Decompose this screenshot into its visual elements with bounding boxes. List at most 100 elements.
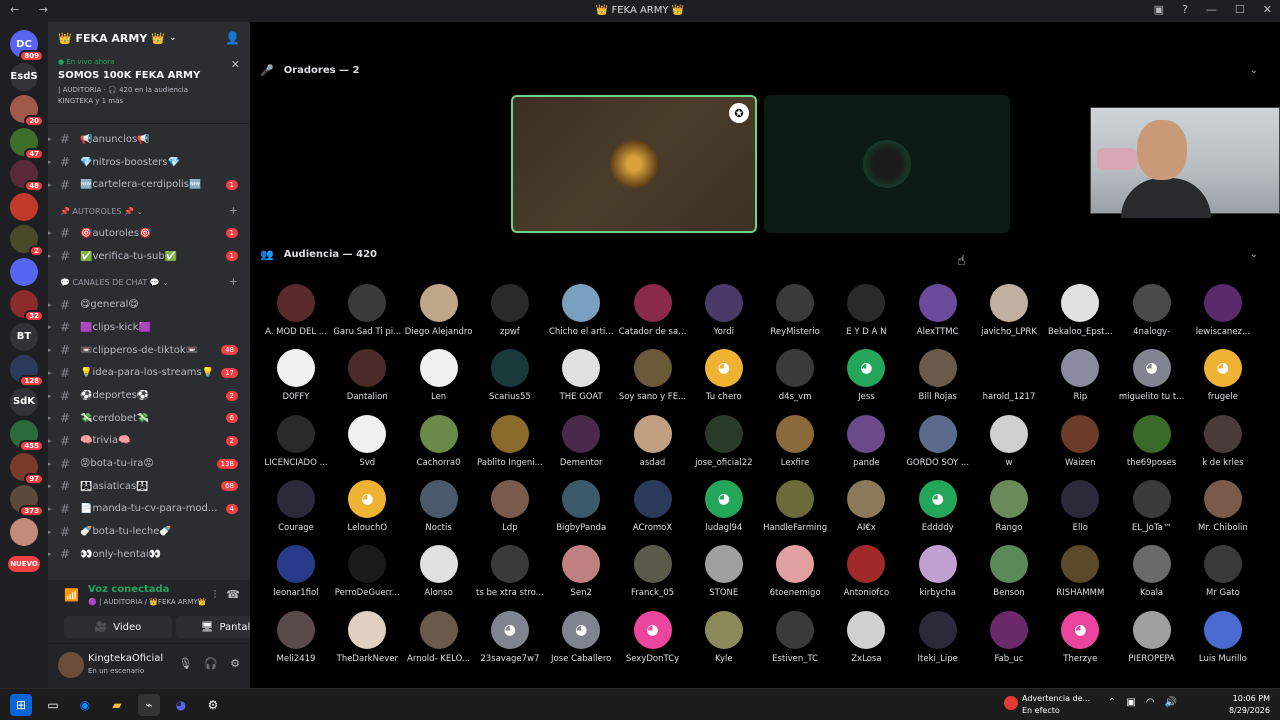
tray-app-icon[interactable]: ▣ bbox=[1126, 697, 1135, 708]
audience-member[interactable]: ◕ miguelito tu t... bbox=[1116, 349, 1188, 402]
speaker-tile[interactable]: ✪ bbox=[511, 95, 757, 233]
volume-icon[interactable]: 🔊 bbox=[1165, 697, 1177, 708]
audience-member[interactable]: Estiven_TC bbox=[759, 610, 831, 664]
audience-member[interactable]: w bbox=[973, 414, 1045, 468]
audience-member[interactable]: kirbycha bbox=[902, 545, 974, 598]
audience-member[interactable]: ◕ Eddddy bbox=[902, 479, 974, 533]
audience-member[interactable]: 6toenemigo bbox=[759, 545, 831, 598]
audience-member[interactable]: Noctis bbox=[403, 479, 475, 533]
audience-member[interactable]: Yordi bbox=[688, 284, 760, 337]
server-icon[interactable]: SdK bbox=[10, 387, 38, 416]
expand-arrow-icon[interactable]: ▸ bbox=[48, 392, 52, 400]
audience-member[interactable]: Catador de sa... bbox=[617, 284, 689, 337]
expand-arrow-icon[interactable]: ▸ bbox=[48, 482, 52, 490]
chevron-down-icon[interactable]: ⌄ bbox=[1250, 65, 1258, 76]
channel-item[interactable]: ▸ # 💎nitros-boosters💎 bbox=[48, 151, 250, 174]
audience-member[interactable]: Koala bbox=[1116, 545, 1188, 598]
chevron-up-icon[interactable]: ⌃ bbox=[1108, 697, 1116, 708]
expand-arrow-icon[interactable]: ▸ bbox=[48, 158, 52, 166]
audience-member[interactable]: pande bbox=[830, 414, 902, 468]
expand-arrow-icon[interactable]: ▸ bbox=[48, 437, 52, 445]
audience-member[interactable]: Mr. Chibolin bbox=[1187, 479, 1259, 533]
channel-item[interactable]: ▸ # 👀only-hentai👀 bbox=[48, 543, 250, 566]
audience-member[interactable]: ReyMisterio bbox=[759, 284, 831, 337]
server-icon[interactable]: 32 bbox=[10, 290, 44, 322]
audience-member[interactable]: Arnold- KELO... bbox=[403, 610, 475, 664]
audience-member[interactable]: Cachorra0 bbox=[403, 414, 475, 468]
audience-member[interactable]: Len bbox=[403, 349, 475, 402]
audience-member[interactable]: Dementor bbox=[545, 414, 617, 468]
headphones-icon[interactable]: 🎧 bbox=[204, 657, 218, 670]
server-icon[interactable] bbox=[10, 192, 38, 221]
audience-member[interactable]: Antoniofco bbox=[830, 545, 902, 598]
audience-member[interactable]: leonar1fiol bbox=[260, 545, 332, 598]
expand-arrow-icon[interactable]: ▸ bbox=[48, 135, 52, 143]
noise-icon[interactable]: ⫶ bbox=[214, 588, 217, 602]
speaker-tile[interactable] bbox=[764, 95, 1010, 233]
audience-member[interactable]: Waizen bbox=[1044, 414, 1116, 468]
audience-member[interactable]: Dantalion bbox=[331, 349, 403, 402]
channel-item[interactable]: ▸ # 🟪clips-kick🟪 bbox=[48, 316, 250, 339]
audience-member[interactable]: LICENCIADO ... bbox=[260, 414, 332, 468]
expand-arrow-icon[interactable]: ▸ bbox=[48, 252, 52, 260]
channel-item[interactable]: ▸ # 📄manda-tu-cv-para-mod... 4 bbox=[48, 498, 250, 521]
channel-item[interactable]: ▸ # 🧠trivia🧠 2 bbox=[48, 430, 250, 453]
add-channel-icon[interactable]: + bbox=[229, 204, 238, 217]
voice-status[interactable]: Voz conectada bbox=[88, 584, 169, 595]
audience-member[interactable]: Courage bbox=[260, 479, 332, 533]
avatar[interactable] bbox=[58, 652, 84, 678]
audience-member[interactable]: Chicho el arti... bbox=[545, 284, 617, 337]
audience-member[interactable]: the69poses bbox=[1116, 414, 1188, 468]
server-icon[interactable]: 128 bbox=[10, 355, 44, 387]
audience-member[interactable]: E Y D A N bbox=[830, 284, 902, 337]
channel-item[interactable]: ▸ # 👩‍👩‍👧asiaticas👩‍👩‍👧 68 bbox=[48, 475, 250, 498]
audience-member[interactable]: Rango bbox=[973, 479, 1045, 533]
channel-item[interactable]: ▸ # ✅verifica-tu-sub✅ 1 bbox=[48, 245, 250, 268]
audience-member[interactable]: RISHAMMM bbox=[1044, 545, 1116, 598]
add-member-icon[interactable]: 👤 bbox=[225, 31, 240, 45]
guild-header[interactable]: 👑 FEKA ARMY 👑 ⌄ 👤 bbox=[48, 22, 250, 54]
audience-member[interactable]: asdad bbox=[617, 414, 689, 468]
discord-taskbar-icon[interactable]: ◕ bbox=[170, 694, 192, 716]
disconnect-icon[interactable]: ☎ bbox=[226, 588, 240, 602]
audience-member[interactable]: THE GOAT bbox=[545, 349, 617, 402]
audience-member[interactable]: Franck_05 bbox=[617, 545, 689, 598]
audience-member[interactable]: ◕ Tu chero bbox=[688, 349, 760, 402]
audience-member[interactable]: Bill Rojas bbox=[902, 349, 974, 402]
audience-member[interactable]: AlexTTMC bbox=[902, 284, 974, 337]
audience-member[interactable]: A. MOD DEL ... bbox=[260, 284, 332, 337]
server-icon[interactable]: EsdS bbox=[10, 62, 38, 91]
audience-member[interactable]: EL_JoTa™ bbox=[1116, 479, 1188, 533]
expand-arrow-icon[interactable]: ▸ bbox=[48, 505, 52, 513]
channel-item[interactable]: ▸ # 🎯autoroles🎯 1 bbox=[48, 222, 250, 245]
settings-taskbar-icon[interactable]: ⚙ bbox=[202, 694, 224, 716]
audience-member[interactable]: harold_1217 bbox=[973, 349, 1045, 402]
audience-member[interactable]: ◕ LelouchO bbox=[331, 479, 403, 533]
audience-member[interactable]: ◕ ludagl94 bbox=[688, 479, 760, 533]
audience-member[interactable]: ACromoX bbox=[617, 479, 689, 533]
microphone-icon[interactable]: 🎙 bbox=[178, 657, 192, 670]
expand-arrow-icon[interactable]: ▸ bbox=[48, 369, 52, 377]
audience-member[interactable]: Mr Gato bbox=[1187, 545, 1259, 598]
help-icon[interactable]: ? bbox=[1182, 3, 1188, 16]
close-icon[interactable]: ✕ bbox=[1263, 3, 1272, 16]
task-view-icon[interactable]: ▭ bbox=[42, 694, 64, 716]
audience-member[interactable]: Soy sano y FE... bbox=[617, 349, 689, 402]
channel-item[interactable]: ▸ # 😋general😋 bbox=[48, 293, 250, 316]
audience-member[interactable]: ◕ Jose Caballero bbox=[545, 610, 617, 664]
audience-member[interactable]: STONE bbox=[688, 545, 760, 598]
channel-item[interactable]: ▸ # 📢anuncios📢 bbox=[48, 128, 250, 151]
server-icon[interactable] bbox=[10, 257, 38, 286]
audience-member[interactable]: 4nalogy- bbox=[1116, 284, 1188, 337]
channel-item[interactable]: ▸ # 💸cerdobet💸 6 bbox=[48, 407, 250, 430]
audience-member[interactable]: d4s_vm bbox=[759, 349, 831, 402]
audience-member[interactable]: Bekaloo_Epst... bbox=[1044, 284, 1116, 337]
channel-item[interactable]: ▸ # 🍼bota-tu-leche🍼 bbox=[48, 520, 250, 543]
audience-member[interactable]: Scarius55 bbox=[474, 349, 546, 402]
expand-arrow-icon[interactable]: ▸ bbox=[48, 414, 52, 422]
app-icon[interactable]: ⌁ bbox=[138, 694, 160, 716]
minimize-icon[interactable]: — bbox=[1206, 3, 1217, 16]
file-explorer-icon[interactable]: ▰ bbox=[106, 694, 128, 716]
server-icon[interactable]: DC 809 bbox=[10, 30, 44, 62]
maximize-icon[interactable]: ☐ bbox=[1235, 3, 1245, 16]
